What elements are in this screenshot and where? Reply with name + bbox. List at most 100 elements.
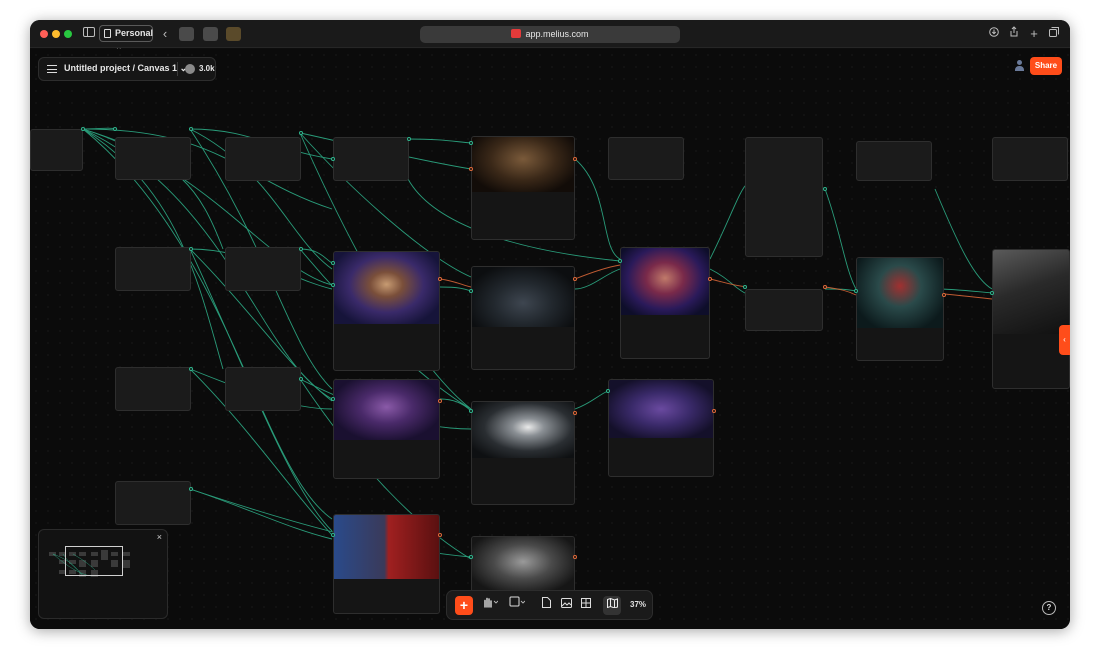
text-node[interactable] [115, 137, 191, 180]
generated-image [472, 267, 574, 327]
tab-favicon-1[interactable] [179, 27, 194, 41]
text-node[interactable] [992, 137, 1068, 181]
image-node[interactable] [333, 514, 440, 614]
input-port[interactable] [606, 389, 610, 393]
document-icon[interactable] [539, 596, 553, 615]
input-port[interactable] [854, 289, 858, 293]
output-port[interactable] [438, 533, 442, 537]
image-node[interactable] [333, 379, 440, 479]
tabs-overview-icon[interactable] [1048, 26, 1060, 42]
generated-image [472, 402, 574, 458]
hand-tool-button[interactable] [479, 596, 501, 615]
download-icon[interactable] [988, 26, 1000, 42]
image-node[interactable] [856, 257, 944, 361]
output-port[interactable] [189, 367, 193, 371]
text-node[interactable] [225, 367, 301, 411]
input-port[interactable] [469, 289, 473, 293]
image-node[interactable] [992, 249, 1070, 389]
output-port[interactable] [573, 555, 577, 559]
close-window-button[interactable] [40, 30, 48, 38]
output-port[interactable] [81, 127, 85, 131]
address-bar[interactable]: app.melius.com [420, 26, 680, 43]
output-port[interactable] [712, 409, 716, 413]
text-node[interactable] [115, 481, 191, 525]
minimize-window-button[interactable] [52, 30, 60, 38]
input-port[interactable] [331, 157, 335, 161]
output-port[interactable] [189, 127, 193, 131]
input-port[interactable] [331, 533, 335, 537]
user-avatar-icon[interactable] [1015, 60, 1024, 71]
share-button[interactable]: Share [1030, 57, 1062, 75]
share-icon[interactable] [1008, 26, 1020, 42]
input-port[interactable] [469, 167, 473, 171]
image-node[interactable] [620, 247, 710, 359]
text-node[interactable] [115, 247, 191, 291]
output-port[interactable] [438, 399, 442, 403]
back-icon[interactable]: ‹ [160, 26, 170, 42]
canvas-name[interactable]: Canvas 1 [138, 63, 178, 73]
image-icon[interactable] [559, 596, 573, 615]
text-node[interactable] [115, 367, 191, 411]
minimap[interactable]: × [38, 529, 168, 619]
input-port[interactable] [331, 283, 335, 287]
image-node[interactable] [608, 379, 714, 477]
zoom-level[interactable]: 37% [630, 600, 646, 609]
sidebar-toggle-icon[interactable] [82, 26, 96, 42]
input-port[interactable] [113, 127, 117, 131]
input-port[interactable] [469, 555, 473, 559]
image-node[interactable] [333, 251, 440, 371]
input-port[interactable] [469, 141, 473, 145]
generated-image [472, 137, 574, 192]
node-canvas[interactable]: Untitled project / Canvas 1 ⌄ 3.0k Share… [30, 49, 1070, 629]
text-node[interactable] [225, 137, 301, 181]
hamburger-icon[interactable] [47, 65, 57, 73]
input-port[interactable] [618, 259, 622, 263]
edge [574, 390, 609, 410]
output-port[interactable] [823, 187, 827, 191]
output-port[interactable] [573, 277, 577, 281]
image-node[interactable] [471, 401, 575, 505]
input-port[interactable] [331, 397, 335, 401]
add-node-button[interactable]: + [455, 596, 473, 615]
input-port[interactable] [743, 285, 747, 289]
project-name[interactable]: Untitled project / [64, 63, 135, 73]
side-panel-toggle[interactable]: ‹ [1059, 325, 1070, 355]
generated-image [857, 258, 943, 328]
new-tab-icon[interactable]: + [1028, 26, 1040, 42]
input-port[interactable] [990, 291, 994, 295]
output-port[interactable] [438, 277, 442, 281]
tab-favicon-2[interactable] [203, 27, 218, 41]
map-icon[interactable] [603, 596, 621, 615]
text-node[interactable] [856, 141, 932, 181]
output-port[interactable] [573, 157, 577, 161]
output-port[interactable] [299, 131, 303, 135]
profile-switcher[interactable]: Personal ⌄ [99, 25, 153, 53]
tab-favicon-3[interactable] [226, 27, 241, 41]
minimap-viewport[interactable] [65, 546, 123, 576]
sticky-note-button[interactable] [507, 596, 527, 615]
input-port[interactable] [469, 409, 473, 413]
text-node[interactable] [30, 129, 83, 171]
text-node[interactable] [745, 137, 823, 257]
output-port[interactable] [189, 487, 193, 491]
output-port[interactable] [573, 411, 577, 415]
output-port[interactable] [942, 293, 946, 297]
input-port[interactable] [331, 261, 335, 265]
project-breadcrumb[interactable]: Untitled project / Canvas 1 ⌄ [64, 63, 187, 74]
output-port[interactable] [708, 277, 712, 281]
maximize-window-button[interactable] [64, 30, 72, 38]
text-node[interactable] [225, 247, 301, 291]
text-node[interactable] [608, 137, 684, 180]
grid-icon[interactable] [579, 596, 593, 615]
browser-titlebar: Personal ⌄ ‹ app.melius.com + [30, 20, 1070, 53]
question-icon[interactable]: ? [1042, 601, 1056, 615]
image-node[interactable] [471, 266, 575, 370]
output-port[interactable] [823, 285, 827, 289]
output-port[interactable] [299, 377, 303, 381]
text-node[interactable] [333, 137, 409, 181]
output-port[interactable] [189, 247, 193, 251]
output-port[interactable] [407, 137, 411, 141]
text-node[interactable] [745, 289, 823, 331]
output-port[interactable] [299, 247, 303, 251]
image-node[interactable] [471, 136, 575, 240]
